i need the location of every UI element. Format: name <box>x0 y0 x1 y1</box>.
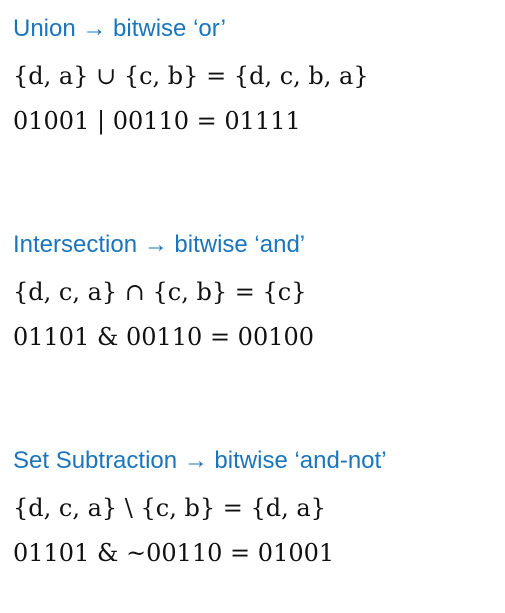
intersection-bit-expression: 01101 & 00110 = 00100 <box>13 323 315 351</box>
subtraction-section: Set Subtraction → bitwise ‘and-not’ {d, … <box>13 446 498 568</box>
subtraction-heading: Set Subtraction → bitwise ‘and-not’ <box>13 447 387 474</box>
intersection-section: Intersection → bitwise ‘and’ {d, c, a} ∩… <box>13 230 498 352</box>
subtraction-set-expression: {d, c, a} \ {c, b} = {d, a} <box>13 494 326 522</box>
intersection-set-expression: {d, c, a} ∩ {c, b} = {c} <box>13 278 307 306</box>
union-heading: Union → bitwise ‘or’ <box>13 15 226 42</box>
union-set-expression: {d, a} ∪ {c, b} = {d, c, b, a} <box>13 62 369 90</box>
intersection-heading: Intersection → bitwise ‘and’ <box>13 231 306 258</box>
union-section: Union → bitwise ‘or’ {d, a} ∪ {c, b} = {… <box>13 14 498 136</box>
document-page: Union → bitwise ‘or’ {d, a} ∪ {c, b} = {… <box>0 0 505 613</box>
subtraction-bit-expression: 01101 & ~00110 = 01001 <box>13 539 335 567</box>
union-bit-expression: 01001 | 00110 = 01111 <box>13 107 301 135</box>
